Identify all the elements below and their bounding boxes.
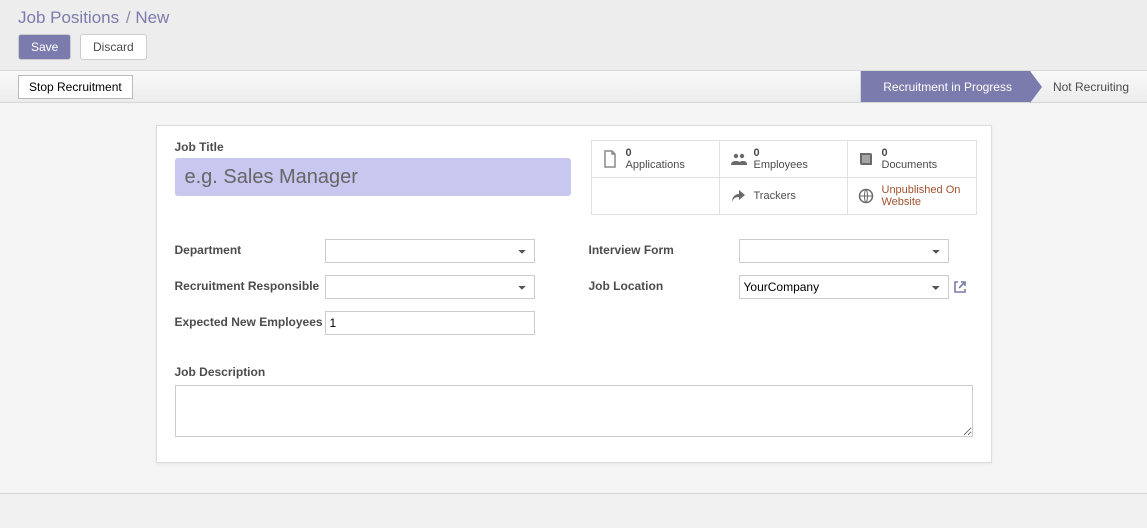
field-department: Department [175,239,559,263]
breadcrumb: Job Positions / New [18,8,1129,28]
globe-icon [858,188,874,204]
book-icon [858,151,874,167]
stat-applications[interactable]: 0 Applications [592,141,720,178]
field-recruitment-responsible: Recruitment Responsible [175,275,559,299]
recruitment-responsible-select[interactable] [325,275,535,299]
stat-trackers[interactable]: Trackers [720,178,848,214]
stage-recruitment-in-progress[interactable]: Recruitment in Progress [860,71,1030,102]
breadcrumb-current: New [135,8,169,27]
discard-button[interactable]: Discard [80,34,147,60]
form-sheet: Job Title 0 Applications [156,125,992,463]
statusbar-stages: Recruitment in Progress Not Recruiting [860,71,1147,102]
recruitment-responsible-label: Recruitment Responsible [175,275,325,293]
breadcrumb-separator: / [126,8,135,27]
job-description-block: Job Description [175,365,973,440]
job-title-label: Job Title [175,140,571,154]
expected-employees-input[interactable] [325,311,535,335]
right-column: Interview Form Job Location YourCompany [589,239,973,347]
department-select[interactable] [325,239,535,263]
interview-form-select[interactable] [739,239,949,263]
field-interview-form: Interview Form [589,239,973,263]
document-icon [602,150,618,168]
department-label: Department [175,239,325,257]
stat-documents[interactable]: 0 Documents [848,141,976,178]
breadcrumb-root[interactable]: Job Positions [18,8,119,27]
external-link-icon[interactable] [953,280,967,294]
title-block: Job Title [175,140,571,196]
stat-button-grid: 0 Applications 0 Employees [591,140,977,215]
share-icon [730,189,746,203]
job-title-input[interactable] [175,158,571,196]
stage-not-recruiting[interactable]: Not Recruiting [1030,71,1147,102]
header-buttons: Save Discard [18,34,1129,60]
expected-employees-label: Expected New Employees [175,311,325,329]
job-description-label: Job Description [175,365,973,379]
statusbar-left: Stop Recruitment [18,71,133,102]
stat-empty [592,178,720,214]
stage-label: Not Recruiting [1053,80,1129,94]
field-job-location: Job Location YourCompany [589,275,973,299]
interview-form-label: Interview Form [589,239,739,257]
header-toolbar: Job Positions / New Save Discard [0,0,1147,71]
stat-text: Unpublished On Website [882,184,966,208]
stage-label: Recruitment in Progress [883,80,1012,94]
top-row: Job Title 0 Applications [175,140,973,215]
stat-text: Trackers [754,190,796,202]
stat-text: 0 Applications [626,147,685,171]
job-location-label: Job Location [589,275,739,293]
save-button[interactable]: Save [18,34,71,60]
job-description-textarea[interactable] [175,385,973,437]
job-location-select[interactable]: YourCompany [739,275,949,299]
left-column: Department Recruitment Responsible Expec… [175,239,559,347]
field-expected-employees: Expected New Employees [175,311,559,335]
users-icon [730,152,746,166]
stat-text: 0 Employees [754,147,808,171]
stat-employees[interactable]: 0 Employees [720,141,848,178]
stat-website[interactable]: Unpublished On Website [848,178,976,214]
form-sheet-wrap: Job Title 0 Applications [0,103,1147,494]
stop-recruitment-button[interactable]: Stop Recruitment [18,75,133,99]
stat-text: 0 Documents [882,147,938,171]
field-row: Department Recruitment Responsible Expec… [175,239,973,347]
status-bar: Stop Recruitment Recruitment in Progress… [0,71,1147,103]
